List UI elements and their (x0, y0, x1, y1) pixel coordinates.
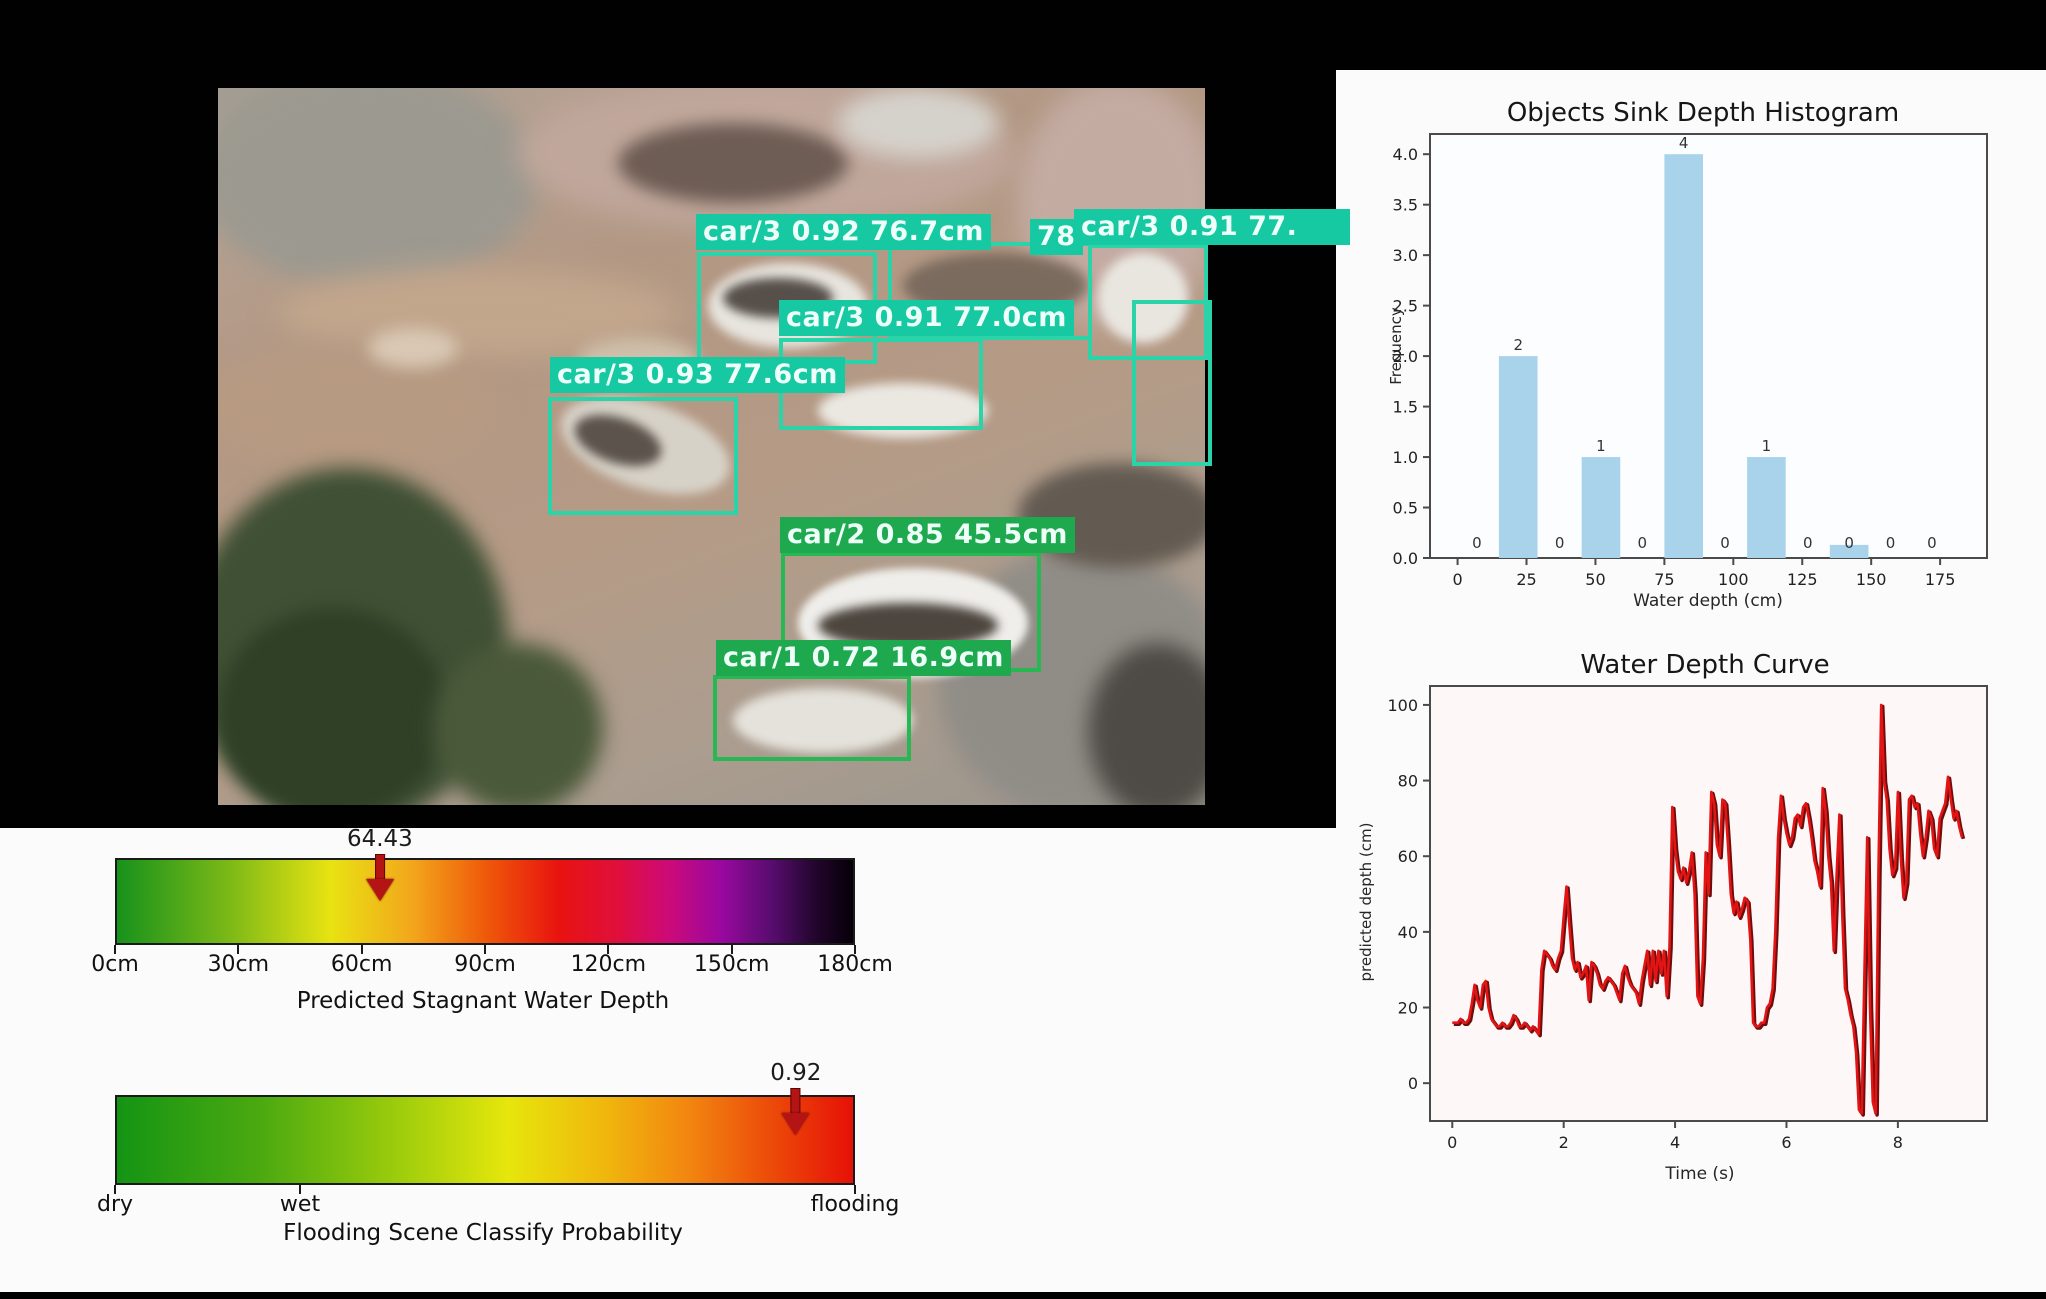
detection-label: car/3 0.91 77. (1074, 209, 1350, 245)
detection-label: car/1 0.72 16.9cm (716, 640, 1011, 676)
svg-text:0: 0 (1447, 1133, 1457, 1152)
svg-text:0.0: 0.0 (1393, 549, 1418, 568)
svg-text:2: 2 (1559, 1133, 1569, 1152)
svg-text:0.5: 0.5 (1393, 499, 1418, 518)
scene-sky-blur (218, 88, 538, 288)
probability-gauge-marker: 0.92 (770, 1060, 821, 1135)
histogram-xlabel: Water depth (cm) (1633, 591, 1783, 611)
svg-text:75: 75 (1654, 570, 1674, 589)
gauge-tick-label: wet (280, 1192, 320, 1217)
histogram-bar-label: 0 (1472, 534, 1482, 552)
histogram-bar-label: 2 (1513, 336, 1523, 354)
water-foam (368, 328, 458, 368)
svg-text:25: 25 (1516, 570, 1536, 589)
detection-box (1132, 300, 1212, 466)
svg-text:20: 20 (1398, 999, 1418, 1018)
gauge-tick-label: 30cm (208, 952, 270, 977)
gauge-tick-label: 90cm (454, 952, 516, 977)
svg-text:0: 0 (1452, 570, 1462, 589)
app-stage: car/3 0.92 76.7cm78car/3 0.91 77.car/3 0… (0, 0, 2046, 1299)
histogram-ylabel: Frequency (1387, 307, 1405, 385)
svg-text:4: 4 (1670, 1133, 1680, 1152)
histogram-bar-label: 0 (1555, 534, 1565, 552)
depth-gauge-value: 64.43 (347, 826, 413, 852)
svg-text:125: 125 (1787, 570, 1818, 589)
curve-chart: 02468020406080100 (1336, 630, 2046, 1230)
histogram-bar-label: 0 (1886, 534, 1896, 552)
svg-text:80: 80 (1398, 772, 1418, 791)
detection-label: car/2 0.85 45.5cm (780, 517, 1075, 553)
histogram-bar-label: 4 (1679, 134, 1689, 152)
svg-text:60: 60 (1398, 847, 1418, 866)
gauge-tick-label: 180cm (817, 952, 893, 977)
histogram-bar (1747, 457, 1786, 558)
svg-text:8: 8 (1893, 1133, 1903, 1152)
svg-text:0: 0 (1408, 1074, 1418, 1093)
gauge-tick-label: 0cm (91, 952, 139, 977)
svg-text:150: 150 (1856, 570, 1887, 589)
histogram-bar-label: 0 (1803, 534, 1813, 552)
water-streak (218, 348, 498, 468)
gauge-tick-label: flooding (811, 1192, 900, 1217)
histogram-bar-label: 0 (1638, 534, 1648, 552)
scene-dark-car-top (618, 123, 848, 203)
svg-text:1.5: 1.5 (1393, 398, 1418, 417)
histogram-bar (1582, 457, 1621, 558)
histogram-bar-label: 0 (1927, 534, 1937, 552)
svg-text:1.0: 1.0 (1393, 448, 1418, 467)
svg-text:40: 40 (1398, 923, 1418, 942)
svg-text:4.0: 4.0 (1393, 145, 1418, 164)
probability-arrow-icon (791, 1088, 801, 1113)
histogram-bar-label: 0 (1720, 534, 1730, 552)
detection-label: car/3 0.92 76.7cm (696, 214, 991, 250)
svg-text:3.0: 3.0 (1393, 246, 1418, 265)
depth-gauge-marker: 64.43 (347, 826, 413, 901)
probability-gauge-colorbar (115, 1095, 855, 1185)
svg-text:175: 175 (1925, 570, 1956, 589)
depth-gauge-title: Predicted Stagnant Water Depth (297, 988, 670, 1014)
probability-gauge-value: 0.92 (770, 1060, 821, 1086)
histogram-bar-label: 1 (1596, 437, 1606, 455)
histogram-bar-label: 1 (1762, 437, 1772, 455)
detection-box (713, 675, 911, 761)
svg-text:50: 50 (1585, 570, 1605, 589)
scene-white-blob-top (838, 88, 998, 158)
detection-label: car/3 0.93 77.6cm (550, 357, 845, 393)
tree-foliage (218, 608, 448, 805)
gauge-tick-label: dry (97, 1192, 133, 1217)
histogram-bar-label: 0 (1844, 534, 1854, 552)
svg-text:6: 6 (1781, 1133, 1791, 1152)
bottom-black-strip (0, 1292, 2046, 1299)
depth-arrow-icon (375, 854, 385, 879)
detection-box (548, 397, 738, 515)
svg-text:100: 100 (1718, 570, 1749, 589)
probability-gauge-title: Flooding Scene Classify Probability (283, 1220, 683, 1246)
gauge-tick-label: 60cm (331, 952, 393, 977)
tree-foliage (433, 643, 603, 805)
svg-text:3.5: 3.5 (1393, 196, 1418, 215)
gauge-tick-label: 120cm (571, 952, 647, 977)
histogram-chart: 02550751001251501750.00.51.01.52.02.53.0… (1336, 70, 2046, 630)
histogram-bar (1664, 154, 1703, 558)
depth-gauge-colorbar (115, 858, 855, 945)
gauge-tick-label: 150cm (694, 952, 770, 977)
histogram-bar (1499, 356, 1538, 558)
curve-xlabel: Time (s) (1665, 1164, 1734, 1184)
curve-ylabel: predicted depth (cm) (1357, 823, 1375, 982)
svg-text:100: 100 (1387, 696, 1418, 715)
detection-label: car/3 0.91 77.0cm (779, 300, 1074, 336)
